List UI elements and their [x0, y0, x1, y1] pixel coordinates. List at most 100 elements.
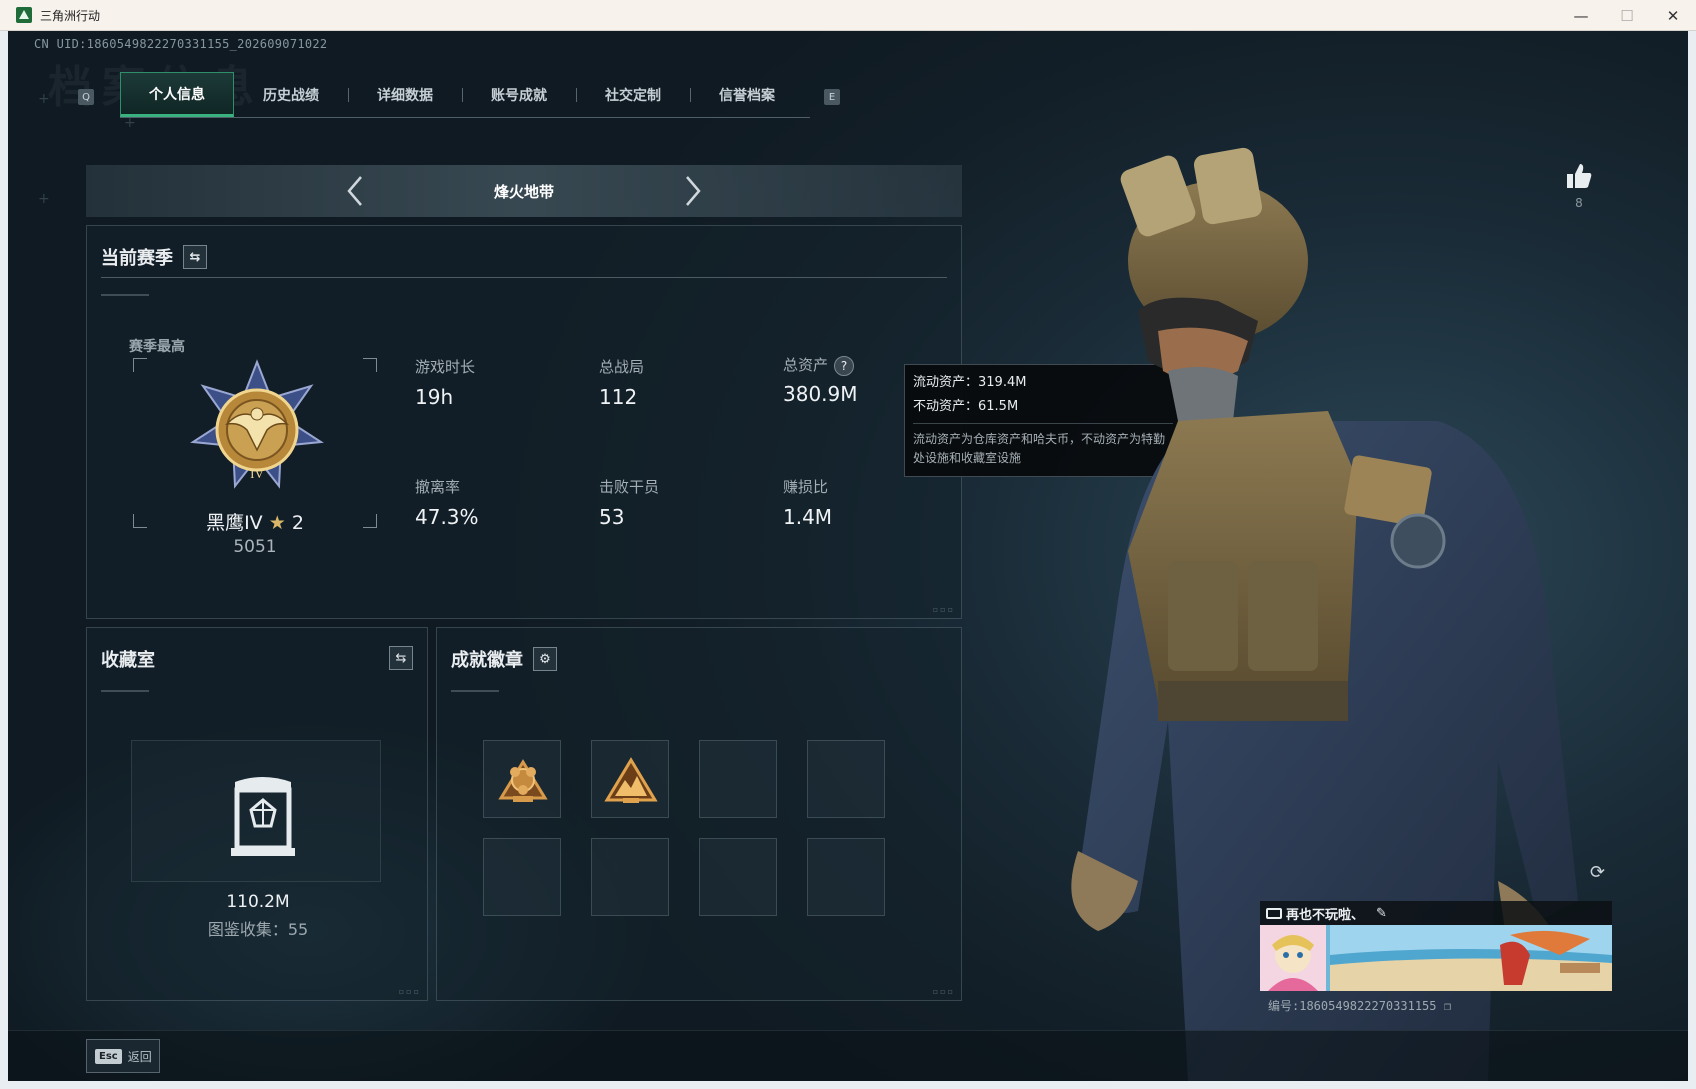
- tab-reputation[interactable]: 信誉档案: [690, 72, 804, 117]
- badge-slot[interactable]: [483, 740, 561, 818]
- mountain-emblem-badge-icon: [604, 757, 658, 803]
- like-button[interactable]: 8: [1564, 162, 1594, 210]
- collection-count: 图鉴收集：55: [207, 920, 309, 939]
- stat-label: 撤离率: [415, 478, 461, 496]
- game-viewport: 档案信息 CN UID:1860549822270331155_20260907…: [8, 31, 1688, 1081]
- collection-title: 收藏室: [101, 646, 415, 672]
- season-switch-button[interactable]: ⇆: [183, 245, 207, 269]
- player-namecard[interactable]: 再也不玩啦、 ✎ 编号:1860549822270331155 ❐: [1260, 901, 1612, 1021]
- namecard-banner-image: [1260, 925, 1612, 991]
- rank-frame: IV: [133, 358, 377, 528]
- corner-deco: ▫▫▫: [932, 987, 955, 996]
- next-mode-button[interactable]: [678, 173, 708, 209]
- stat-value: 1.4M: [783, 505, 833, 529]
- grid-cross-deco: +: [38, 191, 50, 207]
- copy-icon[interactable]: ❐: [1444, 999, 1451, 1013]
- season-title-text: 当前赛季: [101, 248, 173, 269]
- season-best-label: 赛季最高: [129, 339, 185, 355]
- esc-key-hint: Esc: [95, 1048, 122, 1064]
- tab-detailed-data[interactable]: 详细数据: [348, 72, 462, 117]
- corner-deco: ▫▫▫: [932, 605, 955, 614]
- rank-name: 黑鹰IV ★ 2: [129, 508, 381, 535]
- title-underline-deco: [451, 690, 499, 692]
- tab-history[interactable]: 历史战绩: [234, 72, 348, 117]
- gear-icon: ⚙: [539, 651, 551, 667]
- season-panel: 当前赛季 ⇆ 赛季最高 IV 黑鹰IV ★ 2 5051 游戏时长 19h 总战…: [86, 225, 962, 619]
- stat-total-matches: 总战局 112: [599, 356, 644, 409]
- stat-value: 53: [599, 505, 625, 529]
- swap-icon: ⇆: [189, 249, 201, 265]
- back-label: 返回: [127, 1049, 152, 1064]
- edit-name-icon[interactable]: ✎: [1376, 906, 1387, 921]
- badge-slot-empty[interactable]: [807, 740, 885, 818]
- badge-slot-empty[interactable]: [591, 838, 669, 916]
- minimize-button[interactable]: —: [1558, 0, 1604, 31]
- badges-title: 成就徽章 ⚙: [451, 646, 557, 672]
- season-title: 当前赛季 ⇆: [101, 244, 207, 270]
- frame-corner: [133, 358, 147, 372]
- briefcase-icon: [1266, 907, 1282, 919]
- maximize-button[interactable]: ☐: [1604, 0, 1650, 31]
- close-button[interactable]: ✕: [1650, 0, 1696, 31]
- stat-label-text: 总资产: [783, 356, 829, 374]
- collection-value: 110.2M: [226, 892, 290, 912]
- bottom-bar: Esc 返回: [8, 1030, 1688, 1081]
- badge-slot-empty[interactable]: [483, 838, 561, 916]
- mode-name: 烽火地带: [493, 182, 554, 201]
- stat-value: 380.9M: [783, 381, 858, 406]
- stat-label: 总资产?: [783, 354, 858, 376]
- player-name: 再也不玩啦、: [1286, 907, 1365, 923]
- tab-achievements[interactable]: 账号成就: [462, 72, 576, 117]
- frame-corner: [363, 358, 377, 372]
- badge-slot-empty[interactable]: [699, 740, 777, 818]
- namecard-id-text: 编号:1860549822270331155: [1268, 999, 1437, 1013]
- chevron-left-icon: [347, 176, 362, 206]
- stat-play-time: 游戏时长 19h: [415, 356, 475, 409]
- badges-title-text: 成就徽章: [451, 650, 523, 671]
- grid-cross-deco: +: [38, 91, 50, 107]
- title-underline-deco: [101, 690, 149, 692]
- back-button[interactable]: Esc 返回: [86, 1039, 160, 1073]
- collection-switch-button[interactable]: ⇆: [389, 646, 413, 670]
- window-titlebar: 三角洲行动 — ☐ ✕: [0, 0, 1696, 31]
- stat-value: 19h: [415, 385, 454, 409]
- window-title: 三角洲行动: [40, 8, 101, 23]
- title-underline-deco: [101, 294, 149, 296]
- stat-value: 112: [599, 385, 638, 409]
- badge-slot[interactable]: [591, 740, 669, 818]
- stat-label: 击败干员: [599, 478, 660, 496]
- corner-deco: ▫▫▫: [398, 987, 421, 996]
- badge-slot-empty[interactable]: [807, 838, 885, 916]
- key-hint-q: Q: [78, 89, 94, 105]
- black-hawk-rank-badge-icon: IV: [190, 359, 324, 489]
- tab-personal-info[interactable]: 个人信息: [120, 72, 234, 117]
- prev-mode-button[interactable]: [340, 173, 370, 209]
- mode-selector: 烽火地带: [86, 165, 962, 217]
- swap-icon: ⇆: [395, 650, 407, 666]
- badges-settings-button[interactable]: ⚙: [533, 647, 557, 671]
- key-hint-e: E: [824, 89, 840, 105]
- badge-slot-empty[interactable]: [699, 838, 777, 916]
- stat-label: 赚损比: [783, 478, 829, 496]
- stat-value: 47.3%: [415, 505, 479, 529]
- app-logo-icon: [16, 7, 32, 23]
- rank-title: 黑鹰IV: [206, 512, 263, 534]
- stat-extract-rate: 撤离率 47.3%: [415, 476, 479, 529]
- uid-text: CN UID:1860549822270331155_202609071022: [34, 37, 328, 51]
- tab-bar: 个人信息 历史战绩 详细数据 账号成就 社交定制 信誉档案: [120, 72, 810, 118]
- stat-profit-ratio: 赚损比 1.4M: [783, 476, 832, 529]
- gear-emblem-badge-icon: [498, 759, 548, 802]
- tab-social[interactable]: 社交定制: [576, 72, 690, 117]
- namecard-header: 再也不玩啦、 ✎: [1260, 901, 1612, 925]
- stat-label: 总战局: [599, 358, 645, 376]
- like-count: 8: [1575, 196, 1583, 210]
- stat-label: 游戏时长: [415, 358, 476, 376]
- collection-title-text: 收藏室: [101, 650, 155, 671]
- chevron-right-icon: [686, 176, 701, 206]
- refresh-button[interactable]: ⟳: [1590, 862, 1614, 886]
- help-icon[interactable]: ?: [834, 355, 855, 376]
- achievement-badge-panel: 成就徽章 ⚙ ▫▫▫: [436, 627, 962, 1001]
- display-case-icon: [231, 777, 295, 856]
- collection-panel: 收藏室 ⇆ 110.2M 图鉴收集：55 ▫▫▫: [86, 627, 428, 1001]
- star-icon: ★: [268, 512, 286, 534]
